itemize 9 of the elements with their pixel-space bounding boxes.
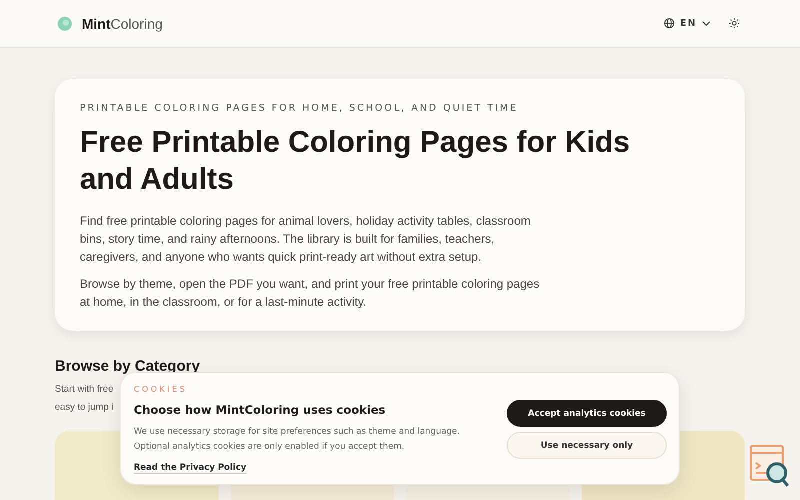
section-intro: easy to jump i [55,401,114,415]
cookie-eyebrow: COOKIES [134,385,188,394]
hero-eyebrow: PRINTABLE COLORING PAGES FOR HOME, SCHOOL, AND QUIET TIME [80,103,520,114]
hero-paragraph: Browse by theme, open the PDF you want, and print your free printable coloring pages at home, in the classroom, or for a last-minute activity. [80,276,541,311]
hero-title: Free Printable Coloring Pages for Kids and Adults [80,125,632,198]
section-intro: Start with free [55,383,114,397]
cookie-text: We use necessary storage for site preferences such as theme and language. Optional analytics cookies are only enabled if you accept them. [134,426,461,454]
cookie-title: Choose how MintColoring uses cookies [134,403,387,417]
hero-paragraph: Find free printable coloring pages for animal lovers, holiday activity tables, classroom bins, story time, and rainy afternoons. The library is built for families, teachers, caregivers, and anyone who wants quick print-ready art without extra setup. [80,213,532,266]
